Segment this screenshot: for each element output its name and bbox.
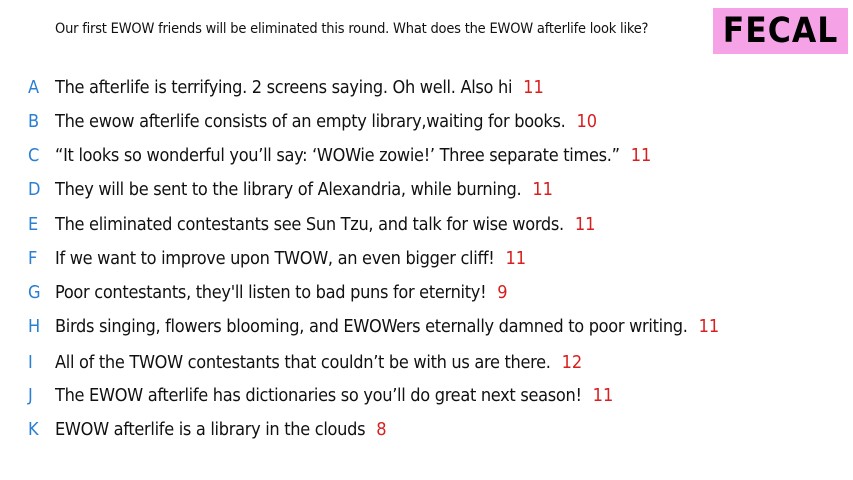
response-content: If we want to improve upon TWOW, an even…	[55, 248, 526, 269]
response-content: EWOW afterlife is a library in the cloud…	[55, 419, 387, 440]
response-content: The afterlife is terrifying. 2 screens s…	[55, 77, 544, 98]
response-letter: J	[28, 384, 33, 406]
response-content: Birds singing, flowers blooming, and EWO…	[55, 316, 719, 337]
response-score: 11	[574, 213, 596, 235]
response-text: Birds singing, flowers blooming, and EWO…	[55, 315, 688, 337]
response-content: “It looks so wonderful you’ll say: ‘WOWi…	[55, 145, 651, 166]
response-text: EWOW afterlife is a library in the cloud…	[55, 418, 366, 440]
response-content: The ewow afterlife consists of an empty …	[55, 111, 597, 132]
response-text: The ewow afterlife consists of an empty …	[55, 110, 566, 132]
response-row: F If we want to improve upon TWOW, an ev…	[0, 244, 853, 272]
response-letter: H	[28, 315, 41, 337]
response-content: Poor contestants, they'll listen to bad …	[55, 282, 508, 303]
response-content: The eliminated contestants see Sun Tzu, …	[55, 214, 595, 235]
response-row: K EWOW afterlife is a library in the clo…	[0, 415, 853, 443]
response-text: “It looks so wonderful you’ll say: ‘WOWi…	[55, 144, 620, 166]
response-letter: F	[28, 247, 38, 269]
response-text: They will be sent to the library of Alex…	[55, 178, 522, 200]
response-letter: I	[28, 351, 33, 373]
response-text: The afterlife is terrifying. 2 screens s…	[55, 76, 513, 98]
response-row: H Birds singing, flowers blooming, and E…	[0, 312, 853, 340]
response-score: 11	[505, 247, 527, 269]
response-score: 11	[532, 178, 553, 200]
response-score: 11	[592, 384, 614, 406]
response-text: The eliminated contestants see Sun Tzu, …	[55, 213, 564, 235]
response-score: 9	[497, 281, 508, 303]
response-row: G Poor contestants, they'll listen to ba…	[0, 278, 853, 306]
response-row: C “It looks so wonderful you’ll say: ‘WO…	[0, 141, 853, 169]
response-row: D They will be sent to the library of Al…	[0, 175, 853, 203]
response-letter: D	[28, 178, 41, 200]
response-score: 10	[576, 110, 598, 132]
response-text: The EWOW afterlife has dictionaries so y…	[55, 384, 582, 406]
response-content: All of the TWOW contestants that couldn’…	[55, 352, 582, 373]
response-text: All of the TWOW contestants that couldn’…	[55, 351, 551, 373]
response-letter: G	[28, 281, 41, 303]
response-list: A The afterlife is terrifying. 2 screens…	[0, 0, 853, 480]
response-letter: K	[28, 418, 39, 440]
response-text: Poor contestants, they'll listen to bad …	[55, 281, 487, 303]
response-row: E The eliminated contestants see Sun Tzu…	[0, 210, 853, 238]
response-row: I All of the TWOW contestants that could…	[0, 348, 853, 376]
response-row: J The EWOW afterlife has dictionaries so…	[0, 381, 853, 409]
response-score: 11	[523, 76, 544, 98]
response-content: The EWOW afterlife has dictionaries so y…	[55, 385, 613, 406]
response-row: A The afterlife is terrifying. 2 screens…	[0, 73, 853, 101]
response-score: 11	[630, 144, 652, 166]
response-score: 8	[376, 418, 387, 440]
response-text: If we want to improve upon TWOW, an even…	[55, 247, 495, 269]
response-letter: E	[28, 213, 39, 235]
response-content: They will be sent to the library of Alex…	[55, 179, 553, 200]
response-letter: C	[28, 144, 40, 166]
response-score: 12	[561, 351, 583, 373]
response-letter: A	[28, 76, 40, 98]
response-row: B The ewow afterlife consists of an empt…	[0, 107, 853, 135]
response-letter: B	[28, 110, 40, 132]
response-score: 11	[698, 315, 720, 337]
